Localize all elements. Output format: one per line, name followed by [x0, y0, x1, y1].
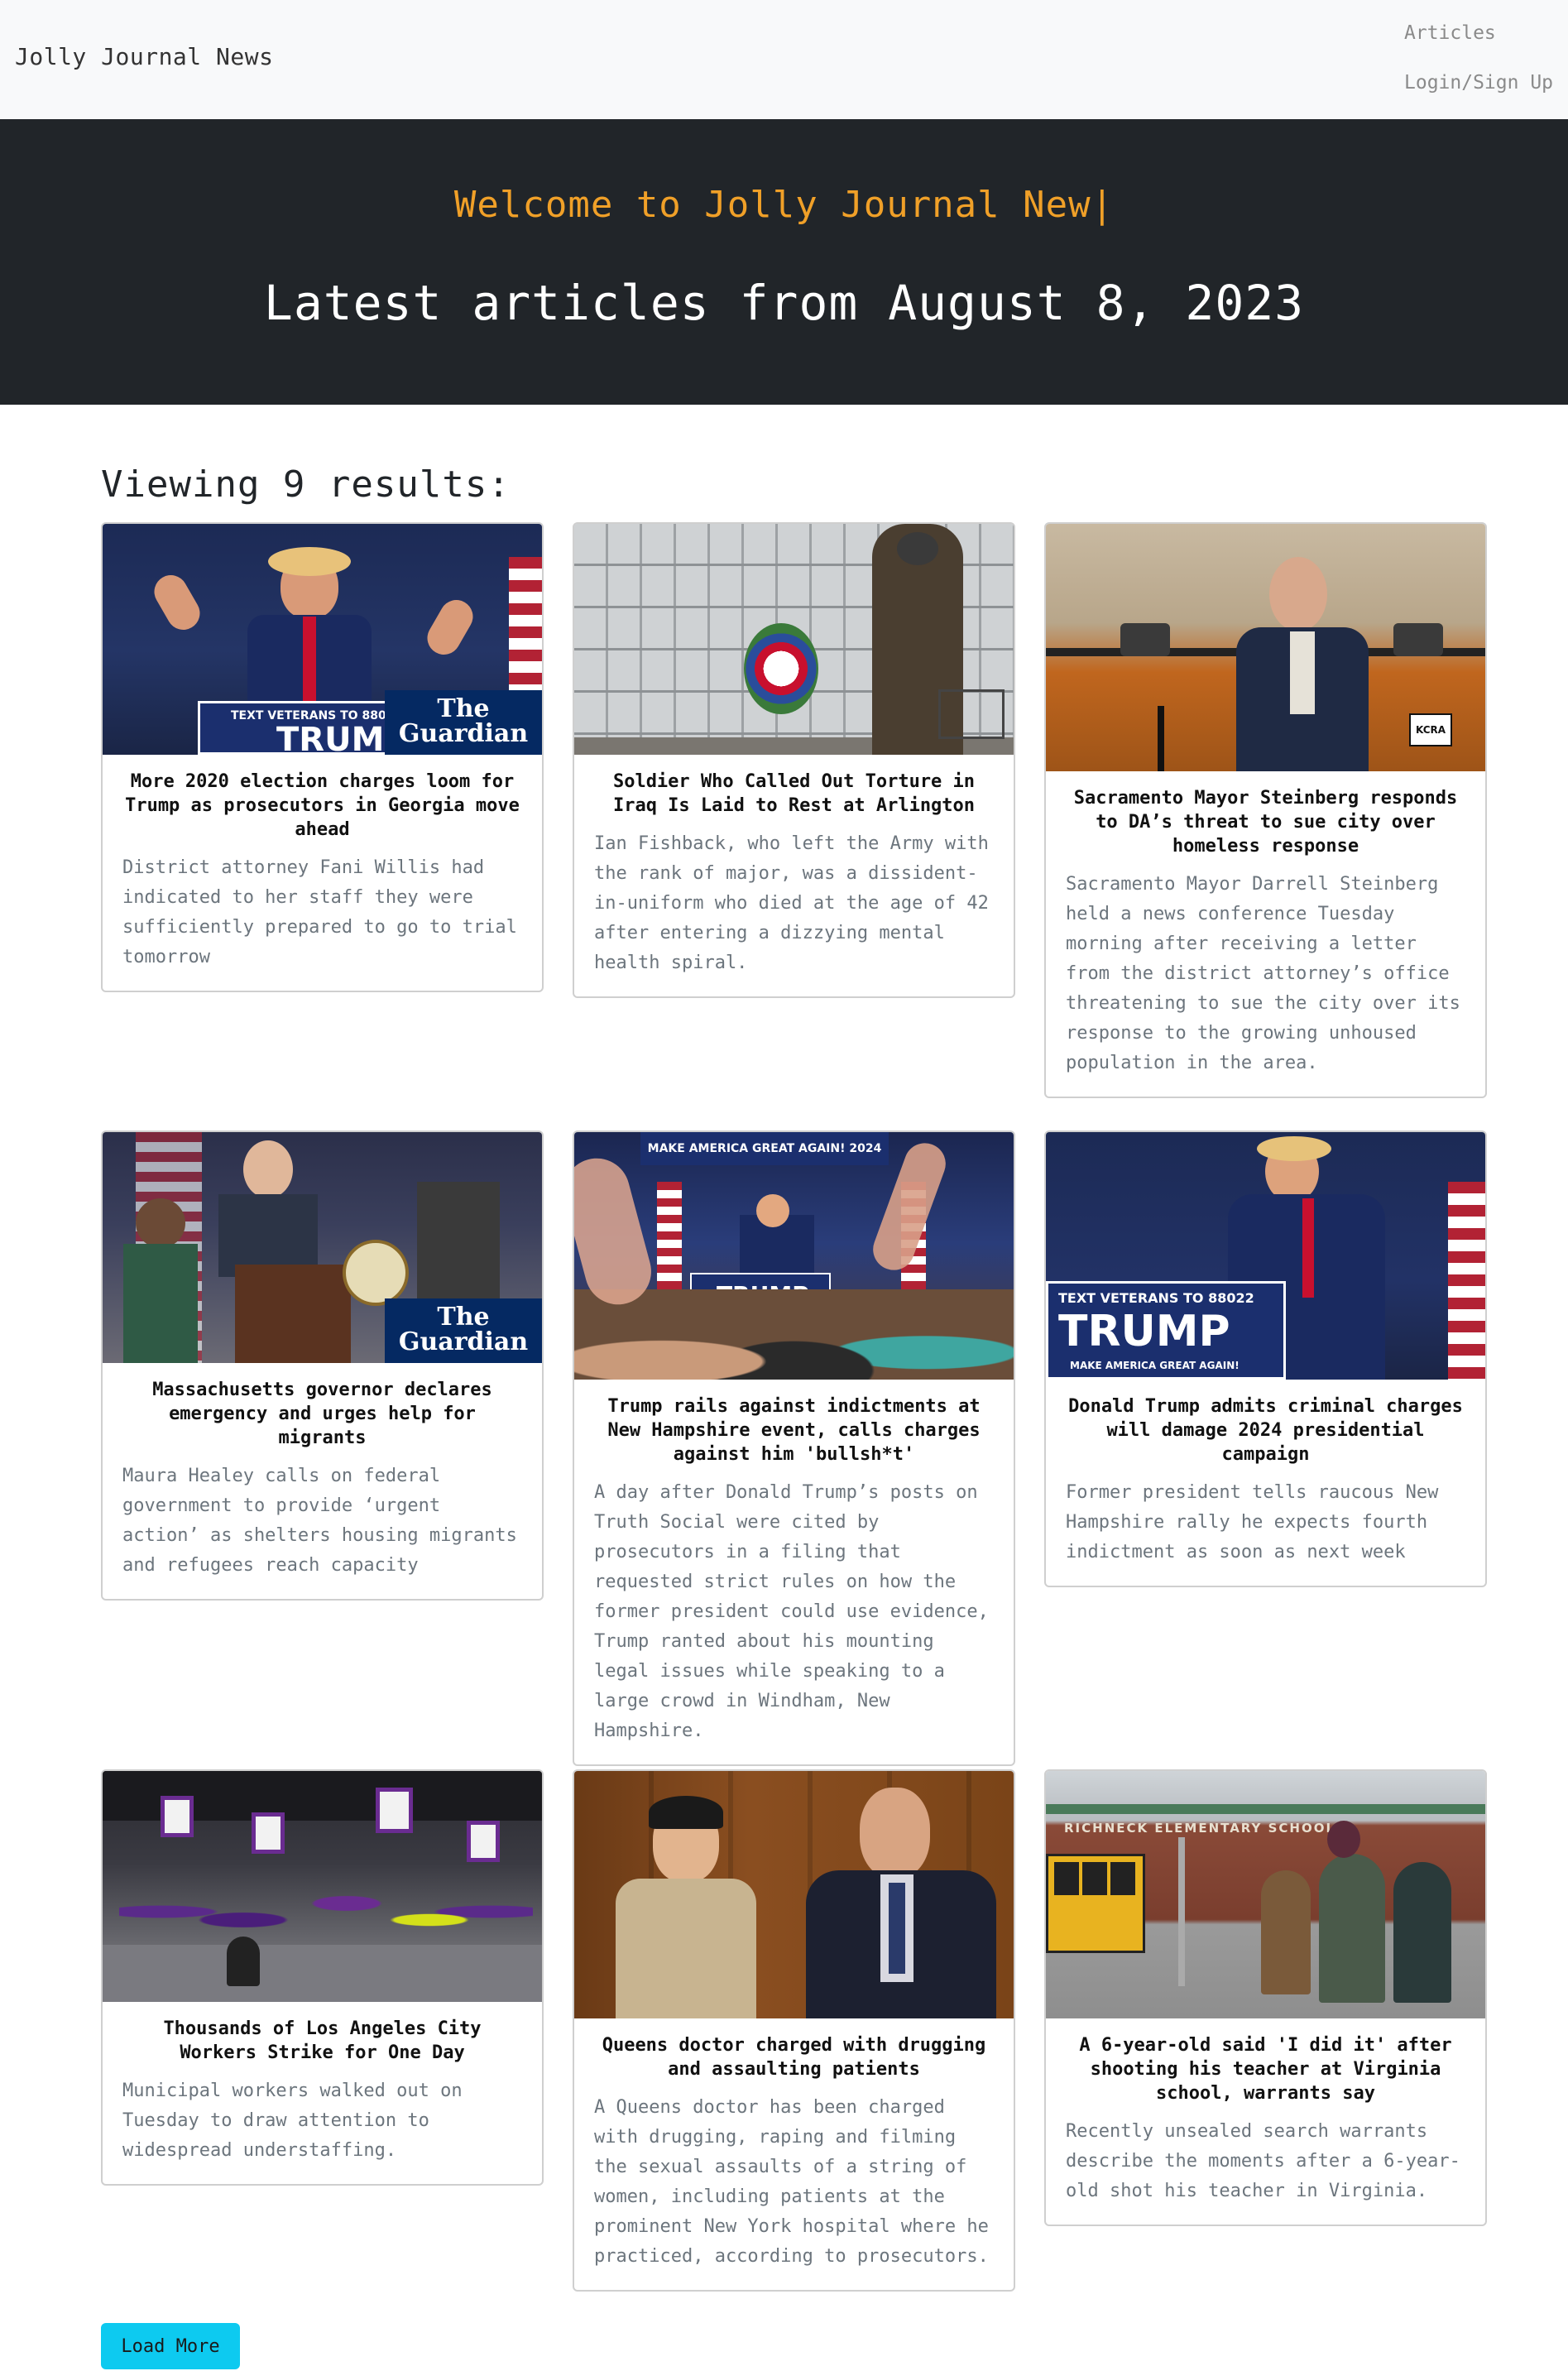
- article-card-body: Trump rails against indictments at New H…: [574, 1380, 1014, 1764]
- sign-small-text: MAKE AMERICA GREAT AGAIN! 2024: [647, 1142, 882, 1155]
- article-card[interactable]: TEXT VETERANS TO 880 TRUMP The Guardian …: [101, 522, 544, 992]
- nav-link-articles[interactable]: Articles: [1403, 17, 1568, 66]
- article-summary: Maura Healey calls on federal government…: [122, 1466, 517, 1576]
- article-summary: Sacramento Mayor Darrell Steinberg held …: [1066, 874, 1460, 1073]
- nav-links: Articles Login/Sign Up: [1403, 17, 1568, 116]
- article-summary: Municipal workers walked out on Tuesday …: [122, 2081, 463, 2161]
- article-card[interactable]: MAKE AMERICA GREAT AGAIN! 2024 TRUMP Tru…: [573, 1130, 1015, 1766]
- sign-small-text: TEXT VETERANS TO 88022: [1058, 1290, 1254, 1306]
- article-summary: A Queens doctor has been charged with dr…: [594, 2097, 989, 2267]
- article-title[interactable]: Trump rails against indictments at New H…: [594, 1394, 994, 1466]
- article-summary: Former president tells raucous New Hamps…: [1066, 1482, 1439, 1562]
- article-card[interactable]: TEXT VETERANS TO 88022 TRUMP MAKE AMERIC…: [1044, 1130, 1487, 1587]
- school-sign-text: RICHNECK ELEMENTARY SCHOOL: [1064, 1821, 1336, 1836]
- article-summary: A day after Donald Trump’s posts on Trut…: [594, 1482, 989, 1741]
- article-image: [574, 1771, 1014, 2018]
- article-card-body: A 6-year-old said 'I did it' after shoot…: [1046, 2018, 1485, 2225]
- article-card-body: Donald Trump admits criminal charges wil…: [1046, 1380, 1485, 1586]
- load-more-button[interactable]: Load More: [101, 2323, 240, 2369]
- article-summary: Ian Fishback, who left the Army with the…: [594, 833, 989, 973]
- article-title[interactable]: Massachusetts governor declares emergenc…: [122, 1378, 522, 1450]
- article-title[interactable]: More 2020 election charges loom for Trum…: [122, 770, 522, 842]
- article-image: RICHNECK ELEMENTARY SCHOOL: [1046, 1771, 1485, 2018]
- article-title[interactable]: Sacramento Mayor Steinberg responds to D…: [1066, 786, 1465, 858]
- article-card-body: More 2020 election charges loom for Trum…: [103, 755, 542, 991]
- article-summary: District attorney Fani Willis had indica…: [122, 857, 517, 967]
- kcra-logo: KCRA: [1415, 724, 1446, 736]
- article-image: [103, 1771, 542, 2002]
- brand-logo[interactable]: Jolly Journal News: [15, 43, 273, 70]
- article-card[interactable]: Thousands of Los Angeles City Workers St…: [101, 1769, 544, 2186]
- article-summary: Recently unsealed search warrants descri…: [1066, 2121, 1460, 2201]
- article-card[interactable]: KCRA Sacramento Mayor Steinberg responds…: [1044, 522, 1487, 1098]
- article-card-body: Soldier Who Called Out Torture in Iraq I…: [574, 755, 1014, 996]
- article-card[interactable]: RICHNECK ELEMENTARY SCHOOL A 6-year-old …: [1044, 1769, 1487, 2226]
- article-image: The Guardian: [103, 1132, 542, 1363]
- article-title[interactable]: A 6-year-old said 'I did it' after shoot…: [1066, 2033, 1465, 2105]
- article-image: MAKE AMERICA GREAT AGAIN! 2024 TRUMP: [574, 1132, 1014, 1380]
- results-count-heading: Viewing 9 results:: [101, 463, 511, 506]
- article-card-body: Massachusetts governor declares emergenc…: [103, 1363, 542, 1599]
- hero-welcome-text: Welcome to Jolly Journal New|: [453, 184, 1115, 226]
- hero-banner: Welcome to Jolly Journal New| Latest art…: [0, 119, 1568, 405]
- article-image: KCRA: [1046, 524, 1485, 771]
- article-card[interactable]: Soldier Who Called Out Torture in Iraq I…: [573, 522, 1015, 998]
- guardian-logo: The Guardian: [385, 690, 542, 755]
- sign-bottom-text: MAKE AMERICA GREAT AGAIN!: [1070, 1360, 1240, 1371]
- guardian-logo: The Guardian: [385, 1298, 542, 1363]
- article-card-body: Sacramento Mayor Steinberg responds to D…: [1046, 771, 1485, 1097]
- article-card-body: Queens doctor charged with drugging and …: [574, 2018, 1014, 2290]
- article-card[interactable]: Queens doctor charged with drugging and …: [573, 1769, 1015, 2292]
- article-title[interactable]: Thousands of Los Angeles City Workers St…: [122, 2017, 522, 2065]
- nav-link-login-signup[interactable]: Login/Sign Up: [1403, 66, 1568, 116]
- hero-latest-heading: Latest articles from August 8, 2023: [263, 275, 1305, 331]
- article-card[interactable]: The Guardian Massachusetts governor decl…: [101, 1130, 544, 1601]
- article-title[interactable]: Queens doctor charged with drugging and …: [594, 2033, 994, 2081]
- article-title[interactable]: Soldier Who Called Out Torture in Iraq I…: [594, 770, 994, 818]
- article-image: [574, 524, 1014, 755]
- navbar: Jolly Journal News Articles Login/Sign U…: [0, 0, 1568, 119]
- article-image: TEXT VETERANS TO 88022 TRUMP MAKE AMERIC…: [1046, 1132, 1485, 1380]
- article-card-body: Thousands of Los Angeles City Workers St…: [103, 2002, 542, 2184]
- article-image: TEXT VETERANS TO 880 TRUMP The Guardian: [103, 524, 542, 755]
- article-title[interactable]: Donald Trump admits criminal charges wil…: [1066, 1394, 1465, 1466]
- sign-text: TRUMP: [1058, 1307, 1230, 1356]
